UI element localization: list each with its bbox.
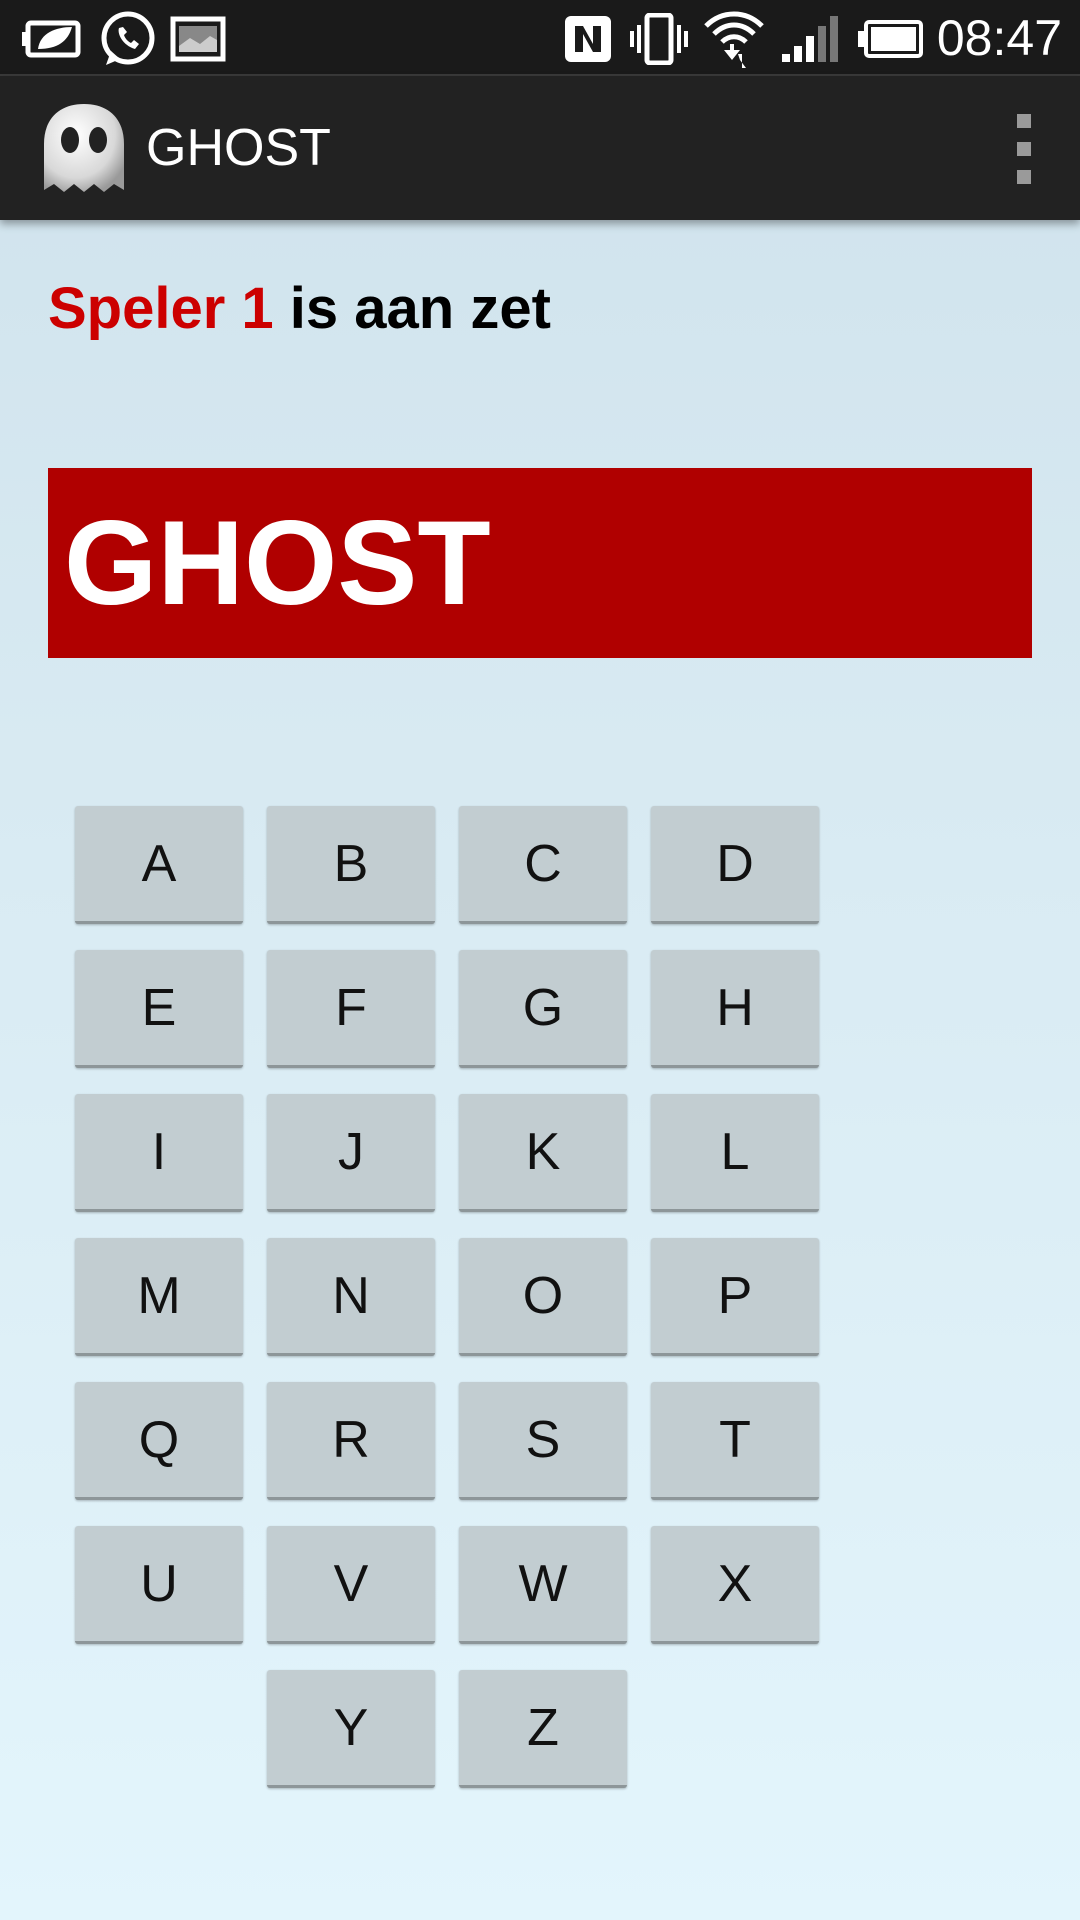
key-q[interactable]: Q [75,1382,243,1500]
key-n[interactable]: N [267,1238,435,1356]
nfc-icon [563,8,613,70]
key-p[interactable]: P [651,1238,819,1356]
wifi-icon [702,8,766,70]
key-t[interactable]: T [651,1382,819,1500]
key-k[interactable]: K [459,1094,627,1212]
key-h[interactable]: H [651,950,819,1068]
whatsapp-icon [98,8,158,70]
key-a[interactable]: A [75,806,243,924]
key-v[interactable]: V [267,1526,435,1644]
key-e[interactable]: E [75,950,243,1068]
turn-suffix: is aan zet [273,276,551,341]
key-z[interactable]: Z [459,1670,627,1788]
ghost-icon[interactable] [38,100,130,196]
key-d[interactable]: D [651,806,819,924]
clock-time: 08:47 [936,10,1062,66]
overflow-menu-icon[interactable] [1004,114,1044,184]
battery-icon [858,8,924,70]
signal-icon [780,8,838,70]
key-g[interactable]: G [459,950,627,1068]
action-bar: GHOST [0,76,1080,220]
key-s[interactable]: S [459,1382,627,1500]
turn-indicator: Speler 1 is aan zet [48,275,551,345]
vibrate-icon [630,8,688,70]
key-l[interactable]: L [651,1094,819,1212]
key-r[interactable]: R [267,1382,435,1500]
key-o[interactable]: O [459,1238,627,1356]
key-j[interactable]: J [267,1094,435,1212]
key-u[interactable]: U [75,1526,243,1644]
current-player: Speler 1 [48,276,274,341]
key-f[interactable]: F [267,950,435,1068]
current-word: GHOST [64,496,491,630]
key-i[interactable]: I [75,1094,243,1212]
battery-saver-icon [22,8,84,70]
word-banner: GHOST [48,468,1032,658]
app-title: GHOST [146,119,331,177]
key-w[interactable]: W [459,1526,627,1644]
image-notification-icon [170,8,226,70]
key-b[interactable]: B [267,806,435,924]
status-bar: 08:47 [0,0,1080,76]
key-c[interactable]: C [459,806,627,924]
key-y[interactable]: Y [267,1670,435,1788]
key-m[interactable]: M [75,1238,243,1356]
key-x[interactable]: X [651,1526,819,1644]
